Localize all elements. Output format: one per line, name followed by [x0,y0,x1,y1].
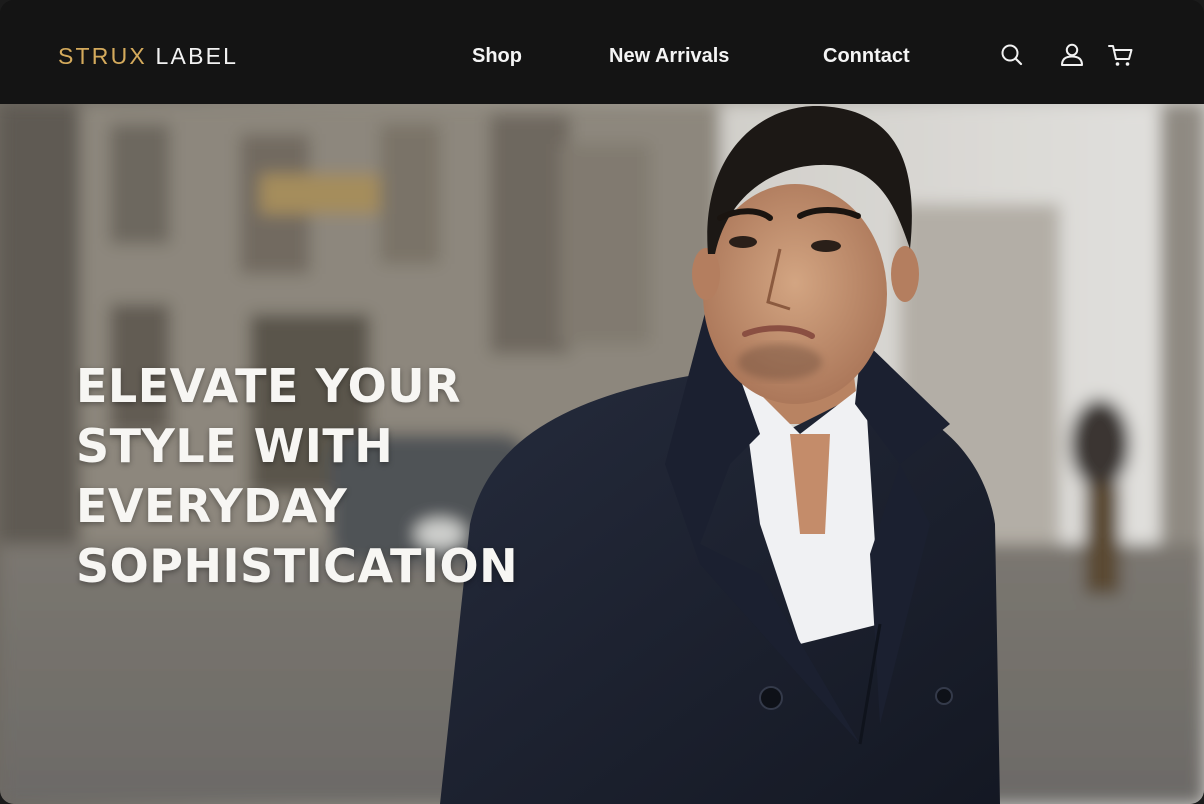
nav-link-contact[interactable]: Conntact [823,43,910,69]
hero-headline: ELEVATE YOUR STYLE WITH EVERYDAY SOPHIST… [76,356,596,596]
brand-logo[interactable]: STRUX LABEL [58,42,238,70]
hero-banner: ELEVATE YOUR STYLE WITH EVERYDAY SOPHIST… [0,104,1204,804]
brand-name-first: STRUX [58,43,147,69]
user-icon[interactable] [1057,40,1087,70]
hero-headline-line: SOPHISTICATION [76,539,519,593]
hero-headline-line: STYLE WITH [76,419,394,473]
brand-name-second: LABEL [155,43,239,69]
cart-icon[interactable] [1106,40,1136,70]
nav-link-shop[interactable]: Shop [472,43,522,69]
hero-headline-line: ELEVATE YOUR [76,359,462,413]
hero-headline-line: EVERYDAY [76,479,348,533]
search-icon[interactable] [997,40,1027,70]
app-window: STRUX LABEL Shop New Arrivals Conntact E… [0,0,1204,804]
nav-link-new-arrivals[interactable]: New Arrivals [609,43,729,69]
site-header: STRUX LABEL Shop New Arrivals Conntact [0,0,1204,104]
